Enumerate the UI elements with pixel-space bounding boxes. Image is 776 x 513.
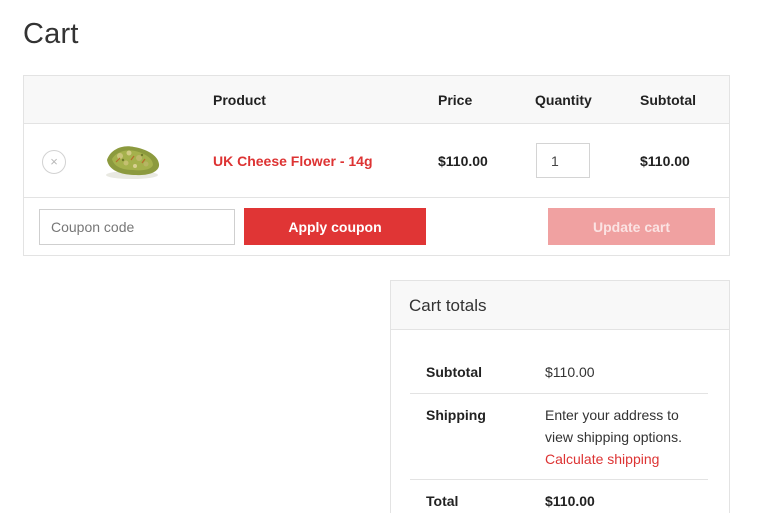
- totals-subtotal-label: Subtotal: [426, 364, 482, 380]
- totals-total-label: Total: [426, 493, 459, 509]
- cart-actions: Apply coupon Update cart: [24, 198, 729, 255]
- cart-totals-title: Cart totals: [409, 296, 487, 315]
- apply-coupon-button[interactable]: Apply coupon: [244, 208, 426, 245]
- totals-total-value: $110.00: [545, 493, 595, 509]
- coupon-code-input[interactable]: [39, 209, 235, 245]
- quantity-input[interactable]: [536, 143, 590, 178]
- product-column-header: Product: [213, 92, 266, 108]
- quantity-column-header: Quantity: [535, 92, 592, 108]
- item-price: $110.00: [438, 153, 488, 169]
- price-column-header: Price: [438, 92, 473, 108]
- shipping-info: Enter your address to view shipping opti…: [545, 404, 705, 470]
- totals-subtotal-value: $110.00: [545, 364, 595, 380]
- cart-item-row: × UK Cheese Flower - 14g $110.00 $110.00: [24, 124, 729, 198]
- totals-shipping-row: Shipping Enter your address to view ship…: [410, 394, 708, 480]
- subtotal-column-header: Subtotal: [640, 92, 696, 108]
- item-subtotal: $110.00: [640, 153, 690, 169]
- cart-totals-header: Cart totals: [391, 281, 729, 330]
- totals-subtotal-row: Subtotal $110.00: [410, 351, 708, 394]
- totals-shipping-label: Shipping: [426, 407, 486, 423]
- totals-total-row: Total $110.00: [410, 480, 708, 513]
- shipping-text: Enter your address to view shipping opti…: [545, 407, 682, 445]
- remove-item-icon[interactable]: ×: [42, 150, 66, 174]
- calculate-shipping-link[interactable]: Calculate shipping: [545, 448, 705, 470]
- update-cart-button[interactable]: Update cart: [548, 208, 715, 245]
- cart-totals-panel: Cart totals Subtotal $110.00 Shipping En…: [390, 280, 730, 513]
- page-title: Cart: [23, 18, 79, 50]
- product-name-link[interactable]: UK Cheese Flower - 14g: [213, 153, 373, 169]
- cart-table: Product Price Quantity Subtotal × UK Che…: [23, 75, 730, 256]
- product-thumbnail[interactable]: [98, 138, 166, 184]
- cart-table-header: Product Price Quantity Subtotal: [24, 76, 729, 124]
